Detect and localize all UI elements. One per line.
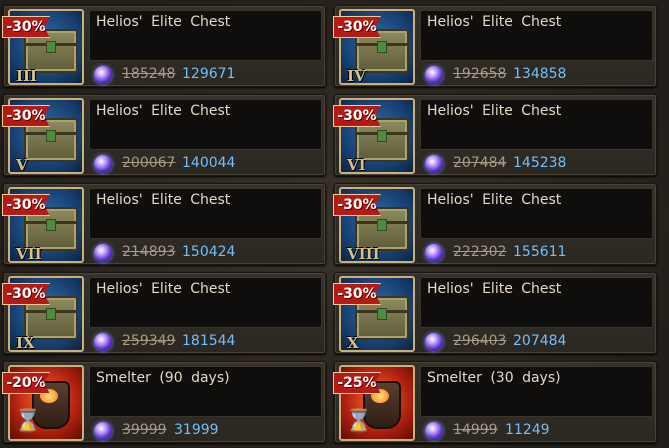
title-box: Smelter (30 days)	[420, 366, 653, 417]
tier-label: V	[16, 156, 28, 174]
title-box: Helios' Elite Chest	[89, 10, 322, 61]
item-title: Helios' Elite Chest	[427, 14, 562, 30]
item-title: Helios' Elite Chest	[96, 103, 231, 119]
shop-item-card[interactable]: III -30% Helios' Elite Chest 185248 1296…	[2, 5, 326, 87]
item-title: Helios' Elite Chest	[96, 14, 231, 30]
purple-gem-icon	[425, 155, 443, 173]
tier-label: VI	[347, 156, 366, 174]
shop-item-card[interactable]: IX -30% Helios' Elite Chest 259349 18154…	[2, 272, 326, 354]
discount-badge: -30%	[333, 194, 381, 216]
title-box: Smelter (90 days)	[89, 366, 322, 417]
item-title: Smelter (30 days)	[427, 370, 561, 386]
item-title: Helios' Elite Chest	[96, 192, 231, 208]
price-row: 200067 140044	[94, 153, 319, 175]
new-price: 207484	[513, 333, 567, 349]
shop-item-card[interactable]: X -30% Helios' Elite Chest 296403 207484	[333, 272, 657, 354]
price-row: 296403 207484	[425, 331, 650, 353]
item-title: Helios' Elite Chest	[427, 192, 562, 208]
old-price: 207484	[453, 155, 507, 171]
old-price: 39999	[122, 422, 167, 438]
shop-item-card[interactable]: VII -30% Helios' Elite Chest 214893 1504…	[2, 183, 326, 265]
purple-gem-icon	[94, 422, 112, 440]
old-price: 222302	[453, 244, 507, 260]
purple-gem-icon	[425, 66, 443, 84]
item-title: Smelter (90 days)	[96, 370, 230, 386]
title-box: Helios' Elite Chest	[420, 99, 653, 150]
old-price: 185248	[122, 66, 176, 82]
title-box: Helios' Elite Chest	[89, 188, 322, 239]
tier-label: X	[347, 334, 359, 352]
new-price: 31999	[174, 422, 219, 438]
old-price: 14999	[453, 422, 498, 438]
discount-badge: -30%	[333, 16, 381, 38]
new-price: 155611	[513, 244, 567, 260]
price-row: 14999 11249	[425, 420, 650, 442]
shop-item-card[interactable]: VIII -30% Helios' Elite Chest 222302 155…	[333, 183, 657, 265]
purple-gem-icon	[425, 244, 443, 262]
item-title: Helios' Elite Chest	[427, 281, 562, 297]
discount-badge: -30%	[333, 105, 381, 127]
purple-gem-icon	[425, 422, 443, 440]
discount-badge: -30%	[333, 283, 381, 305]
old-price: 192658	[453, 66, 507, 82]
tier-label: IX	[16, 334, 35, 352]
item-title: Helios' Elite Chest	[96, 281, 231, 297]
discount-badge: -20%	[2, 372, 50, 394]
title-box: Helios' Elite Chest	[420, 10, 653, 61]
discount-badge: -30%	[2, 16, 50, 38]
new-price: 145238	[513, 155, 567, 171]
hourglass-icon: ⌛	[14, 409, 42, 434]
shop-item-card[interactable]: ⌛ -20% Smelter (90 days) 39999 31999	[2, 361, 326, 443]
price-row: 222302 155611	[425, 242, 650, 264]
title-box: Helios' Elite Chest	[420, 188, 653, 239]
price-row: 207484 145238	[425, 153, 650, 175]
tier-label: III	[16, 67, 38, 85]
new-price: 134858	[513, 66, 567, 82]
discount-badge: -30%	[2, 105, 50, 127]
title-box: Helios' Elite Chest	[89, 277, 322, 328]
shop-item-card[interactable]: IV -30% Helios' Elite Chest 192658 13485…	[333, 5, 657, 87]
price-row: 259349 181544	[94, 331, 319, 353]
old-price: 296403	[453, 333, 507, 349]
item-title: Helios' Elite Chest	[427, 103, 562, 119]
price-row: 39999 31999	[94, 420, 319, 442]
tier-label: VIII	[347, 245, 380, 263]
purple-gem-icon	[94, 66, 112, 84]
discount-badge: -30%	[2, 283, 50, 305]
new-price: 181544	[182, 333, 236, 349]
title-box: Helios' Elite Chest	[420, 277, 653, 328]
price-row: 192658 134858	[425, 64, 650, 86]
tier-label: IV	[347, 67, 366, 85]
shop-item-card[interactable]: VI -30% Helios' Elite Chest 207484 14523…	[333, 94, 657, 176]
shop-grid: III -30% Helios' Elite Chest 185248 1296…	[0, 0, 669, 448]
new-price: 140044	[182, 155, 236, 171]
purple-gem-icon	[94, 333, 112, 351]
new-price: 11249	[505, 422, 550, 438]
purple-gem-icon	[94, 155, 112, 173]
shop-item-card[interactable]: ⌛ -25% Smelter (30 days) 14999 11249	[333, 361, 657, 443]
price-row: 185248 129671	[94, 64, 319, 86]
purple-gem-icon	[94, 244, 112, 262]
price-row: 214893 150424	[94, 242, 319, 264]
new-price: 150424	[182, 244, 236, 260]
old-price: 214893	[122, 244, 176, 260]
old-price: 200067	[122, 155, 176, 171]
discount-badge: -30%	[2, 194, 50, 216]
title-box: Helios' Elite Chest	[89, 99, 322, 150]
discount-badge: -25%	[333, 372, 381, 394]
shop-item-card[interactable]: V -30% Helios' Elite Chest 200067 140044	[2, 94, 326, 176]
hourglass-icon: ⌛	[345, 409, 373, 434]
purple-gem-icon	[425, 333, 443, 351]
tier-label: VII	[16, 245, 42, 263]
old-price: 259349	[122, 333, 176, 349]
new-price: 129671	[182, 66, 236, 82]
